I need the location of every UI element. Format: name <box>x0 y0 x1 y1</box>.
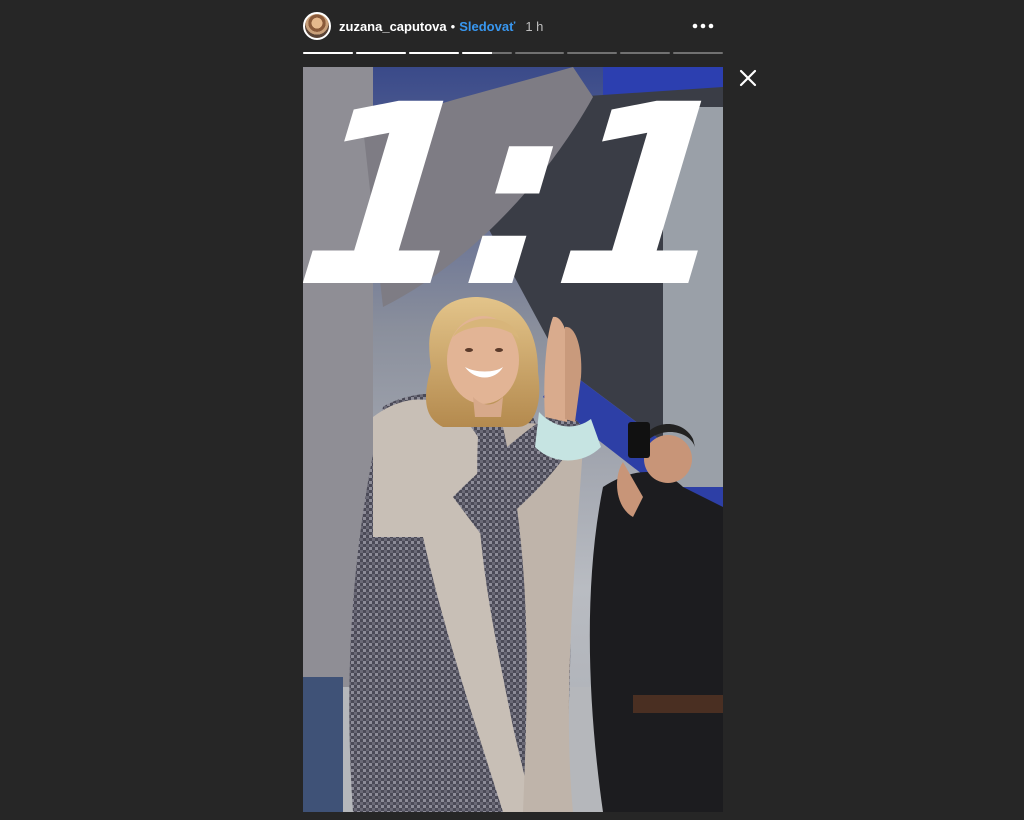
timestamp: 1 h <box>525 18 544 34</box>
story-progress-bar <box>303 52 723 55</box>
progress-segment <box>461 52 512 54</box>
story-viewer: zuzana_caputova • Sledovať 1 h 1:1 <box>0 0 1024 820</box>
progress-segment <box>408 52 459 54</box>
story-header: zuzana_caputova • Sledovať 1 h <box>303 8 723 44</box>
username-link[interactable]: zuzana_caputova <box>339 19 447 34</box>
progress-segment <box>355 52 406 54</box>
story-media[interactable]: 1:1 <box>303 67 723 812</box>
progress-segment-fill <box>408 52 459 54</box>
progress-segment <box>514 52 565 54</box>
separator-dot: • <box>450 18 456 34</box>
close-icon <box>739 69 757 87</box>
progress-segment <box>567 52 618 54</box>
follow-button[interactable]: Sledovať <box>459 19 515 34</box>
progress-segment <box>620 52 671 54</box>
more-options-button[interactable] <box>689 12 717 40</box>
progress-segment-fill <box>461 52 492 54</box>
progress-segment-fill <box>355 52 406 54</box>
more-horizontal-icon <box>692 23 714 29</box>
avatar[interactable] <box>303 12 331 40</box>
progress-segment <box>303 52 353 54</box>
close-button[interactable] <box>736 66 760 90</box>
progress-segment-fill <box>303 52 353 54</box>
progress-segment <box>673 52 723 54</box>
story-photo <box>303 67 723 812</box>
